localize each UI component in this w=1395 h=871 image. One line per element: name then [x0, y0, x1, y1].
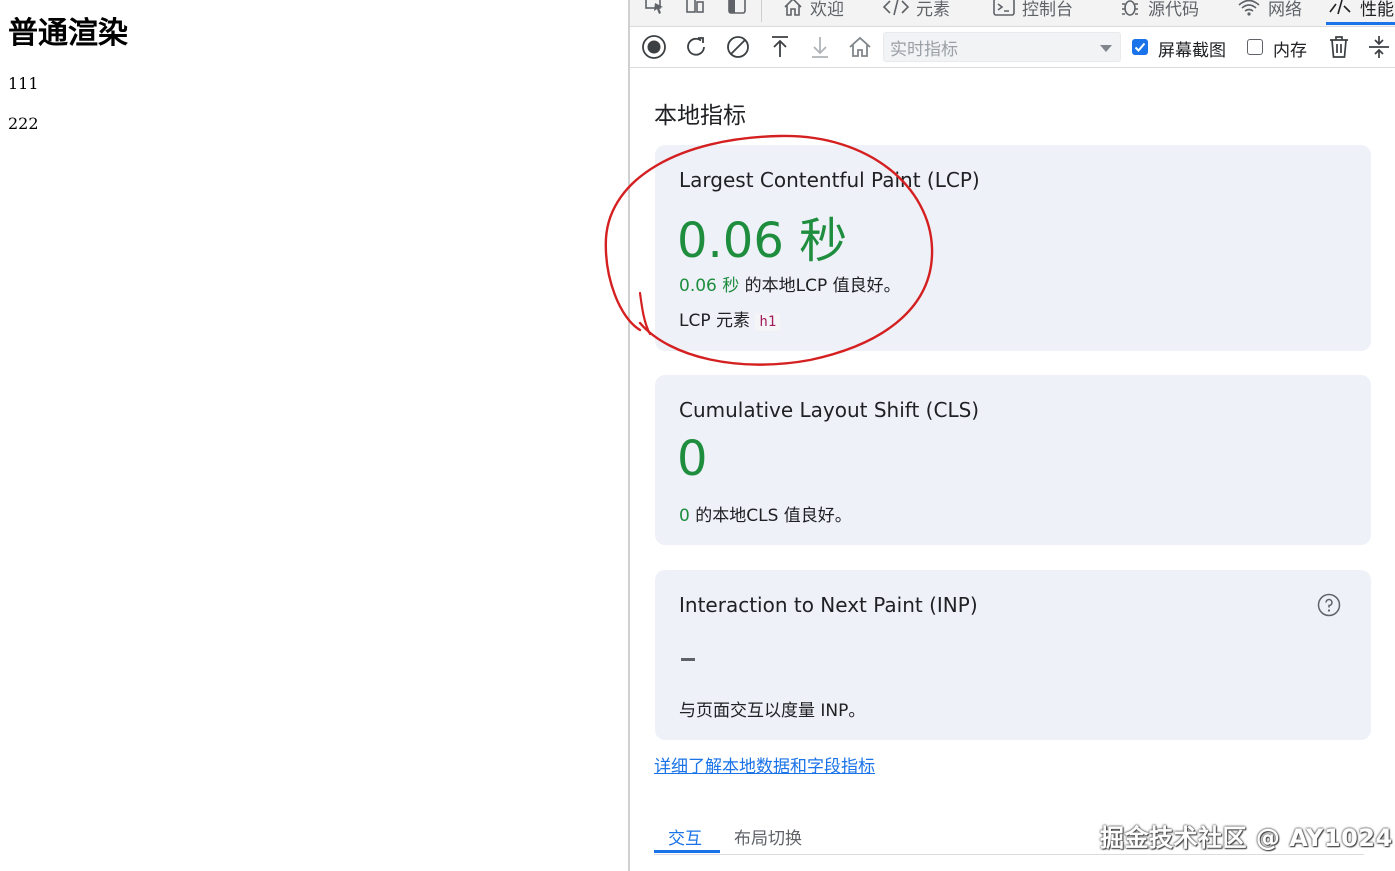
memory-checkbox[interactable] [1247, 39, 1263, 55]
device-toolbar-icon[interactable] [682, 0, 708, 18]
cls-description: 0 的本地CLS 值良好。 [679, 501, 852, 526]
screenshot-label[interactable]: 屏幕截图 [1158, 36, 1226, 61]
tab-elements[interactable]: 元素 [882, 0, 950, 22]
tab-label: 控制台 [1022, 0, 1073, 20]
page-heading: 普通渲染 [8, 16, 128, 51]
cls-value: 0 [677, 431, 708, 487]
collapse-icon[interactable] [1365, 33, 1393, 61]
active-tab-indicator [654, 850, 720, 853]
tab-label: 网络 [1268, 0, 1302, 20]
learn-more-link[interactable]: 详细了解本地数据和字段指标 [654, 752, 875, 777]
chevron-down-icon [1100, 45, 1112, 52]
tab-label: 元素 [916, 0, 950, 20]
inp-empty-value [681, 658, 695, 661]
lcp-element-tag[interactable]: h1 [755, 313, 781, 331]
tab-welcome[interactable]: 欢迎 [782, 0, 844, 22]
tab-console[interactable]: 控制台 [992, 0, 1073, 22]
page-line-1: 111 [8, 74, 39, 93]
select-value: 实时指标 [890, 39, 958, 60]
lcp-title: Largest Contentful Paint (LCP) [679, 168, 980, 192]
tab-label: 欢迎 [810, 0, 844, 20]
rendered-page: 普通渲染 111 222 [0, 0, 628, 871]
bug-icon [1122, 0, 1138, 16]
home-icon[interactable] [846, 33, 874, 61]
lcp-value: 0.06 秒 [677, 213, 848, 269]
memory-label[interactable]: 内存 [1273, 36, 1307, 61]
tab-layout-shifts[interactable]: 布局切换 [734, 824, 802, 849]
performance-toolbar: 实时指标 屏幕截图 内存 [630, 27, 1395, 68]
dock-side-icon[interactable] [724, 0, 750, 18]
lcp-card: Largest Contentful Paint (LCP) 0.06 秒 0.… [655, 145, 1371, 351]
lcp-element-label: LCP 元素 [679, 311, 750, 331]
clear-icon[interactable] [724, 33, 752, 61]
screenshot-checkbox[interactable] [1132, 39, 1148, 55]
cls-desc-value: 0 [679, 506, 690, 526]
lcp-description: 0.06 秒 的本地LCP 值良好。 [679, 271, 901, 296]
download-icon [806, 33, 834, 61]
reload-icon[interactable] [682, 33, 710, 61]
tab-label: 性能 [1360, 0, 1394, 20]
watermark: 掘金技术社区 @ AY1024 [1100, 824, 1393, 852]
section-title: 本地指标 [654, 103, 746, 129]
record-icon[interactable] [640, 33, 668, 61]
tab-performance[interactable]: 性能 [1326, 0, 1395, 25]
inp-title: Interaction to Next Paint (INP) [679, 593, 978, 617]
wifi-icon [1238, 0, 1260, 16]
metrics-select[interactable]: 实时指标 [883, 32, 1121, 62]
lcp-desc-text: 的本地LCP 值良好。 [739, 276, 901, 296]
inp-description: 与页面交互以度量 INP。 [679, 701, 866, 721]
devtools-panel: 欢迎 元素 控制台 源代码 网络 性能 实时指标 屏幕截图 内存 本地指标 La… [628, 0, 1395, 871]
cls-title: Cumulative Layout Shift (CLS) [679, 398, 980, 422]
cls-desc-text: 的本地CLS 值良好。 [689, 506, 852, 526]
tab-sources[interactable]: 源代码 [1118, 0, 1199, 22]
tab-label: 源代码 [1148, 0, 1199, 20]
lcp-element-row: LCP 元素 h1 [679, 306, 781, 331]
devtools-tab-bar: 欢迎 元素 控制台 源代码 网络 性能 [630, 0, 1395, 27]
performance-icon [1329, 0, 1351, 15]
tab-interactions[interactable]: 交互 [668, 824, 702, 849]
lcp-desc-value: 0.06 秒 [679, 276, 740, 296]
inp-card: Interaction to Next Paint (INP) 与页面交互以度量… [655, 570, 1371, 740]
help-icon[interactable] [1317, 593, 1341, 617]
page-line-2: 222 [8, 114, 39, 133]
tab-network[interactable]: 网络 [1236, 0, 1302, 22]
trash-icon[interactable] [1325, 33, 1353, 61]
upload-icon[interactable] [766, 33, 794, 61]
live-metrics-view: 本地指标 Largest Contentful Paint (LCP) 0.06… [630, 68, 1395, 871]
cls-card: Cumulative Layout Shift (CLS) 0 0 的本地CLS… [655, 375, 1371, 545]
home-icon [784, 0, 802, 16]
code-icon [882, 0, 910, 16]
terminal-icon [993, 0, 1015, 16]
tab-separator [761, 0, 762, 22]
inspect-icon[interactable] [642, 0, 668, 18]
